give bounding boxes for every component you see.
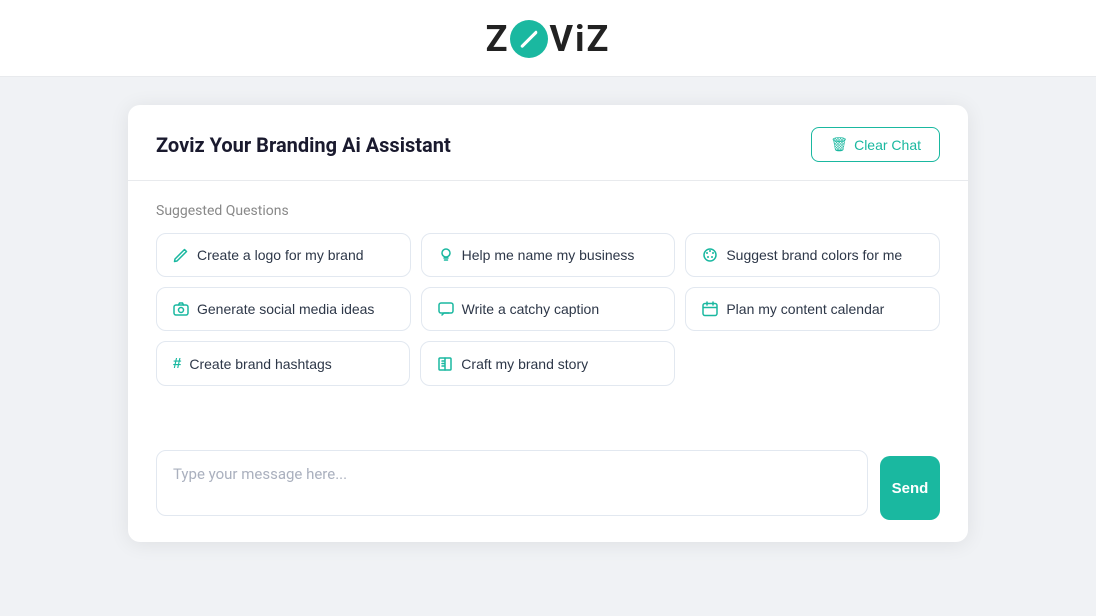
suggestion-hashtags-label: Create brand hashtags — [189, 356, 331, 372]
main-container: Zoviz Your Branding Ai Assistant 🗑 Clear… — [128, 105, 968, 542]
logo: Z ViZ — [486, 18, 611, 60]
suggestion-calendar[interactable]: Plan my content calendar — [685, 287, 940, 331]
camera-icon — [173, 301, 189, 317]
palette-icon — [702, 247, 718, 263]
logo-z-left: Z — [486, 18, 510, 60]
suggestion-story[interactable]: Craft my brand story — [420, 341, 674, 386]
suggestion-caption-label: Write a catchy caption — [462, 301, 599, 317]
suggestion-social-label: Generate social media ideas — [197, 301, 374, 317]
send-label: Send — [892, 480, 929, 497]
top-bar: Z ViZ — [0, 0, 1096, 77]
chat-body: Suggested Questions Create a logo for my… — [128, 181, 968, 386]
suggestion-story-label: Craft my brand story — [461, 356, 588, 372]
chat-scroll-area — [128, 386, 968, 434]
chat-input-area: Send — [128, 434, 968, 542]
chat-title: Zoviz Your Branding Ai Assistant — [156, 133, 451, 157]
logo-viz-text: ViZ — [549, 18, 610, 60]
send-button[interactable]: Send — [880, 456, 940, 520]
clear-chat-label: Clear Chat — [854, 137, 921, 153]
chat-input-wrapper — [156, 450, 868, 520]
chat-header: Zoviz Your Branding Ai Assistant 🗑 Clear… — [128, 105, 968, 181]
suggestion-caption[interactable]: Write a catchy caption — [421, 287, 676, 331]
suggested-questions-label: Suggested Questions — [156, 203, 940, 219]
suggestion-name-label: Help me name my business — [462, 247, 635, 263]
suggestion-logo[interactable]: Create a logo for my brand — [156, 233, 411, 277]
suggestions-row-3: # Create brand hashtags Craft my brand s… — [156, 341, 940, 386]
scroll-gradient — [128, 394, 968, 434]
logo-o-icon — [510, 20, 548, 58]
suggestion-name[interactable]: Help me name my business — [421, 233, 676, 277]
suggestion-hashtags[interactable]: # Create brand hashtags — [156, 341, 410, 386]
hash-icon: # — [173, 355, 181, 372]
suggestion-social[interactable]: Generate social media ideas — [156, 287, 411, 331]
chat-icon — [438, 301, 454, 317]
clear-chat-button[interactable]: 🗑 Clear Chat — [811, 127, 940, 162]
bulb-icon — [438, 247, 454, 263]
calendar-icon — [702, 301, 718, 317]
suggestion-calendar-label: Plan my content calendar — [726, 301, 884, 317]
book-icon — [437, 356, 453, 372]
suggestion-logo-label: Create a logo for my brand — [197, 247, 364, 263]
chat-input[interactable] — [156, 450, 868, 516]
suggestion-colors-label: Suggest brand colors for me — [726, 247, 902, 263]
suggestion-colors[interactable]: Suggest brand colors for me — [685, 233, 940, 277]
trash-icon: 🗑 — [830, 136, 848, 153]
suggestions-grid: Create a logo for my brand Help me name … — [156, 233, 940, 331]
pencil-icon — [173, 247, 189, 263]
